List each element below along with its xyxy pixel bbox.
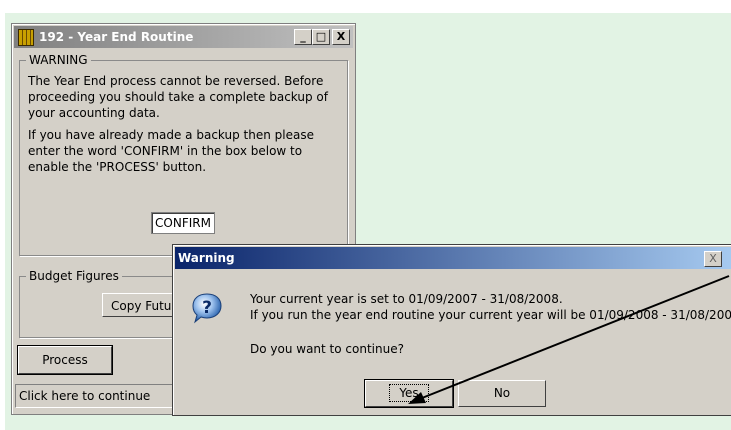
warning-dialog-close-button[interactable]: X [704,251,722,267]
warning-dialog: Warning X ? Your current year is set to … [172,244,731,416]
question-icon: ? [192,293,222,324]
close-button[interactable]: X [332,29,350,45]
budget-figures-legend: Budget Figures [26,269,122,283]
year-end-title-bar[interactable]: 192 - Year End Routine _ □ X [14,26,353,48]
title-bar-buttons: _ □ X [294,29,350,51]
current-year-message: Your current year is set to 01/09/2007 -… [250,292,563,306]
process-button[interactable]: Process [18,346,112,374]
page-left-edge [0,0,5,430]
yes-button-label: Yes [389,384,429,402]
warning-group-legend: WARNING [26,53,91,67]
yes-button[interactable]: Yes [365,380,453,407]
no-button[interactable]: No [458,380,546,407]
warning-group: WARNING The Year End process cannot be r… [19,53,348,256]
minimize-button[interactable]: _ [294,29,312,45]
app-icon [18,29,34,46]
warning-dialog-title: Warning [178,251,235,265]
warning-dialog-title-bar[interactable]: Warning [175,247,731,269]
window-title: 192 - Year End Routine [39,30,194,44]
continue-question: Do you want to continue? [250,342,404,356]
warning-paragraph-backup: The Year End process cannot be reversed.… [28,74,328,120]
warning-paragraph-confirm: If you have already made a backup then p… [28,128,314,174]
svg-text:?: ? [202,298,212,318]
confirm-input[interactable] [151,212,215,234]
new-year-message: If you run the year end routine your cur… [250,308,731,322]
page-top-edge [0,0,731,13]
maximize-button[interactable]: □ [312,29,330,45]
